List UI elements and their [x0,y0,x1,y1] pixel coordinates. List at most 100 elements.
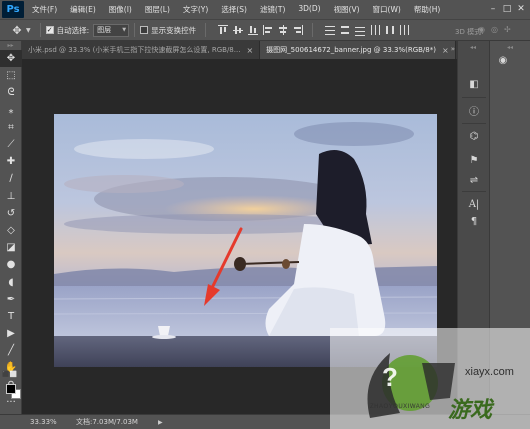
menu-edit[interactable]: 编辑(E) [70,4,96,15]
align-top-icon[interactable] [217,24,229,36]
brush-panel-icon[interactable]: ⚑ [466,153,482,167]
document-tabs: 小米.psd @ 33.3% (小米手机三指下拉快速截屏怎么设置, RGB/8.… [22,41,457,59]
menu-help[interactable]: 帮助(H) [414,4,441,15]
tab-label: 小米.psd @ 33.3% (小米手机三指下拉快速截屏怎么设置, RGB/8.… [28,46,241,54]
tools-panel: ▸▸ ✥⬚ᘓ⁎⌗⟋✚∕⊥↺◇◪●◖✒T▶╱✋⚲··· ⬛⬜ [0,41,22,414]
info-panel-icon[interactable]: ⓘ [466,103,482,118]
auto-select-checkbox[interactable]: ✓ [45,26,54,34]
clone-stamp-tool-icon[interactable]: ⊥ [0,188,22,205]
doc-size: 文档:7.03M/7.03M [76,418,138,426]
history-panel-icon[interactable]: ◧ [466,77,482,91]
site-watermark: ? xiayx.com ZHAOYOUXIWANG 游戏 [330,328,530,429]
menu-bar: Ps 文件(F) 编辑(E) 图像(I) 图层(L) 文字(Y) 选择(S) 滤… [0,0,530,19]
menu-3d[interactable]: 3D(D) [298,4,320,15]
tab-label: 摄图网_500614672_banner.jpg @ 33.3%(RGB/8*) [266,46,436,54]
minimize-button[interactable]: – [486,3,500,15]
menu-file[interactable]: 文件(F) [32,4,57,15]
divider [205,23,207,37]
close-tab-icon[interactable]: × [246,46,253,55]
maximize-button[interactable]: □ [500,3,514,15]
paragraph-panel-icon[interactable]: ¶ [466,214,482,228]
history-brush-tool-icon[interactable]: ↺ [0,205,22,222]
tab-xiaomi-psd[interactable]: 小米.psd @ 33.3% (小米手机三指下拉快速截屏怎么设置, RGB/8.… [22,41,261,59]
divider [134,23,136,37]
orbit-3d-icon[interactable]: ◉ [478,25,488,35]
layers-panel-icon[interactable]: ◉ [495,53,511,67]
show-transform-label: 显示变换控件 [151,25,197,35]
menu-view[interactable]: 视图(V) [334,4,360,15]
path-selection-tool-icon[interactable]: ▶ [0,325,22,342]
crop-tool-icon[interactable]: ⌗ [0,119,22,136]
auto-select-value: 图层 [97,26,112,34]
pen-tool-icon[interactable]: ✒ [0,291,22,308]
close-button[interactable]: ✕ [514,3,528,15]
distribute-vcenter-icon[interactable] [339,24,351,36]
divider [462,123,486,124]
chevron-down-icon[interactable]: ▼ [26,27,31,34]
menu-layer[interactable]: 图层(L) [145,4,170,15]
chevron-down-icon: ▼ [122,27,127,33]
adjust-panel-icon[interactable]: ⇌ [466,173,482,187]
type-tool-icon[interactable]: T [0,308,22,325]
color-swatches [3,381,21,399]
window-controls: – □ ✕ [486,3,528,15]
watermark-site-text: xiayx.com [465,366,514,378]
auto-select-label: 自动选择: [56,25,90,35]
panel-grip[interactable]: ◂◂ [470,44,476,51]
move-tool-preset-icon[interactable]: ✥ [8,22,26,38]
photoshop-logo: Ps [2,1,24,18]
line-tool-icon[interactable]: ╱ [0,342,22,359]
character-panel-icon[interactable]: A| [466,197,482,211]
distribute-buttons [324,24,414,36]
default-colors-icon[interactable]: ⬛⬜ [2,371,17,378]
move-tool-icon[interactable]: ✥ [0,50,22,68]
menu-items: 文件(F) 编辑(E) 图像(I) 图层(L) 文字(Y) 选择(S) 滤镜(T… [32,4,453,15]
distribute-bottom-icon[interactable] [354,24,366,36]
zoom-level[interactable]: 33.33% [30,418,76,426]
show-transform-checkbox[interactable] [140,26,149,34]
distribute-left-icon[interactable] [369,24,381,36]
panel-grip[interactable]: ▸▸ [0,41,21,50]
menu-select[interactable]: 选择(S) [221,4,247,15]
eraser-tool-icon[interactable]: ◇ [0,222,22,239]
divider [39,23,41,37]
paint-bucket-tool-icon[interactable]: ◪ [0,239,22,256]
menu-image[interactable]: 图像(I) [109,4,132,15]
divider [312,23,314,37]
menu-type[interactable]: 文字(Y) [183,4,208,15]
foreground-color-swatch[interactable] [6,384,16,394]
marquee-tool-icon[interactable]: ⬚ [0,67,22,84]
eyedropper-tool-icon[interactable]: ⟋ [0,136,22,153]
tabs-overflow-icon[interactable]: » [451,45,455,53]
panel-grip[interactable]: ◂◂ [507,44,513,51]
tab-banner-jpg[interactable]: 摄图网_500614672_banner.jpg @ 33.3%(RGB/8*)… [260,41,456,59]
align-buttons [217,24,307,36]
menu-window[interactable]: 窗口(W) [373,4,401,15]
auto-select-dropdown[interactable]: 图层 ▼ [93,23,130,37]
svg-text:?: ? [382,362,398,392]
blur-tool-icon[interactable]: ● [0,256,22,273]
divider [462,97,486,98]
properties-panel-icon[interactable]: ⌬ [466,129,482,143]
distribute-top-icon[interactable] [324,24,336,36]
pan-3d-icon[interactable]: ✢ [504,25,514,35]
align-right-icon[interactable] [292,24,304,36]
align-vcenter-icon[interactable] [232,24,244,36]
close-tab-icon[interactable]: × [442,46,449,55]
dodge-tool-icon[interactable]: ◖ [0,273,22,290]
magic-wand-tool-icon[interactable]: ⁎ [0,102,22,119]
brush-tool-icon[interactable]: ∕ [0,170,22,187]
healing-brush-tool-icon[interactable]: ✚ [0,153,22,170]
mode-3d-icons: ◉ ◎ ✢ [478,25,517,35]
roll-3d-icon[interactable]: ◎ [491,25,501,35]
align-left-icon[interactable] [262,24,274,36]
menu-filter[interactable]: 滤镜(T) [260,4,285,15]
status-menu-arrow-icon[interactable]: ▶ [158,419,163,426]
lasso-tool-icon[interactable]: ᘓ [0,84,22,101]
distribute-hcenter-icon[interactable] [384,24,396,36]
distribute-right-icon[interactable] [399,24,411,36]
align-bottom-icon[interactable] [247,24,259,36]
tool-list: ✥⬚ᘓ⁎⌗⟋✚∕⊥↺◇◪●◖✒T▶╱✋⚲··· [0,50,22,411]
align-hcenter-icon[interactable] [277,24,289,36]
options-bar: ✥ ▼ ✓ 自动选择: 图层 ▼ 显示变换控件 3D 模式: ◉ ◎ ✢ [0,19,530,41]
